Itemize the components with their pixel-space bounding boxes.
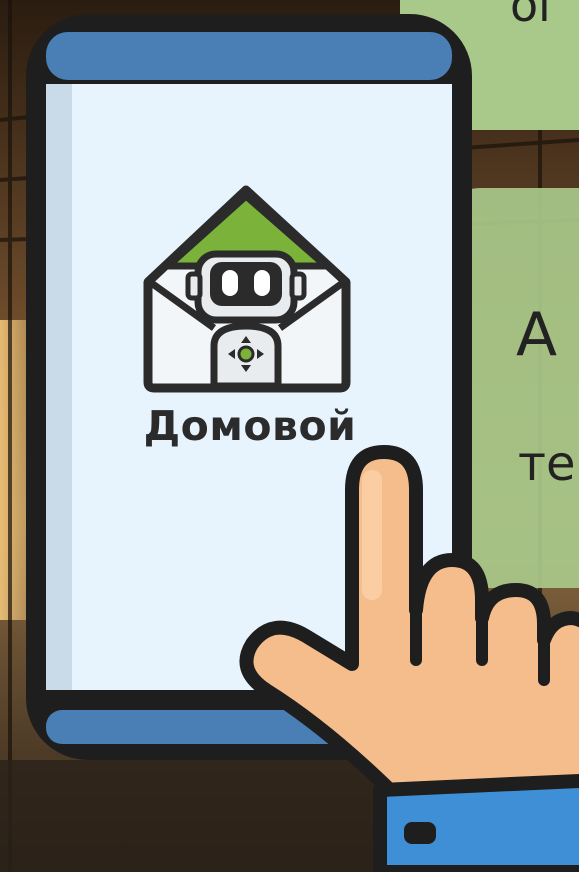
speech-bubble-middle-text-line2: те <box>518 436 576 492</box>
speech-bubble-top-text: ог <box>510 0 563 32</box>
speech-bubble-middle-text-line1: А <box>516 300 558 370</box>
app-title: Домовой <box>143 402 357 450</box>
